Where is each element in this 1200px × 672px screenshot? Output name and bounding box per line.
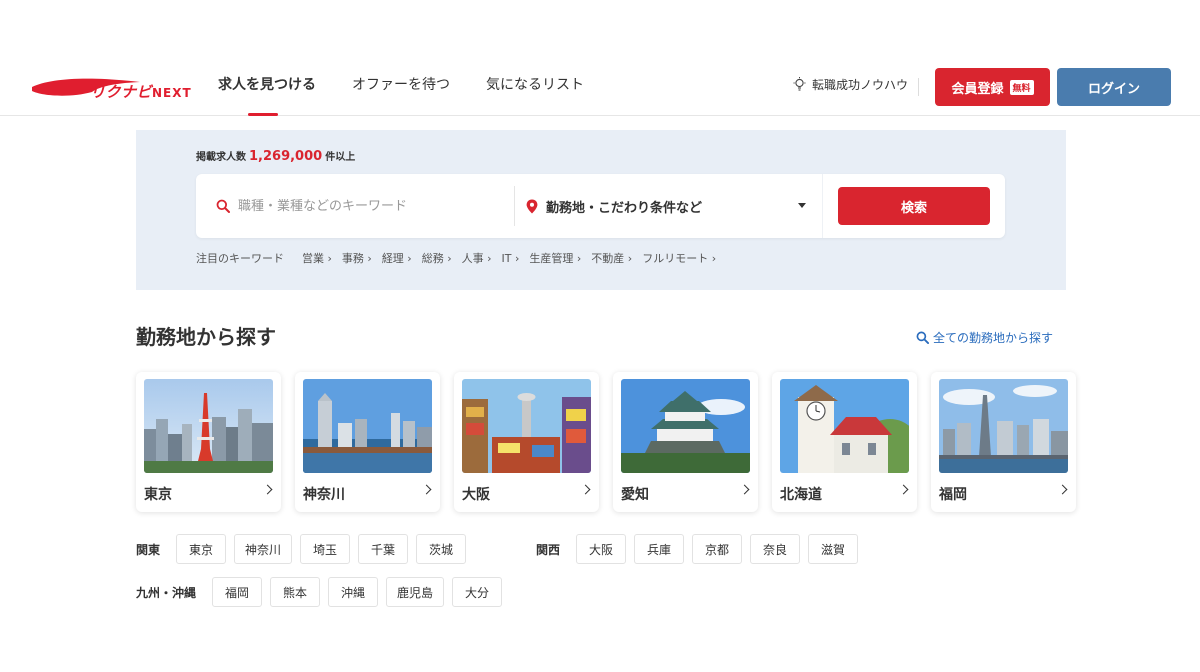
tokyo-photo (144, 379, 273, 473)
keyword-input[interactable] (238, 198, 498, 214)
search-button[interactable]: 検索 (838, 187, 990, 225)
osaka-photo (462, 379, 591, 473)
map-pin-icon (526, 199, 538, 213)
job-count: 掲載求人数 1,269,000 件以上 (196, 149, 356, 164)
area-card-label: 北海道 (780, 487, 822, 503)
location-select[interactable]: 勤務地・こだわり条件など (526, 192, 806, 220)
chevron-right-icon (1057, 484, 1068, 495)
prefecture-link[interactable]: 大阪 (576, 534, 627, 564)
region-row-kansai: 関西 大阪 兵庫 京都 奈良 滋賀 (536, 534, 859, 564)
nav-find-jobs[interactable]: 求人を見つける (200, 56, 334, 116)
area-card-aichi[interactable]: 愛知 (613, 372, 758, 512)
keyword-link[interactable]: 不動産 › (591, 250, 632, 266)
popular-keywords-label: 注目のキーワード (196, 252, 284, 265)
region-label: 九州・沖縄 (136, 585, 197, 600)
area-card-fukuoka[interactable]: 福岡 (931, 372, 1076, 512)
hokkaido-photo (780, 379, 909, 473)
prefecture-link[interactable]: 滋賀 (808, 534, 859, 564)
prefecture-link[interactable]: 千葉 (358, 534, 409, 564)
search-separator (514, 186, 515, 226)
register-label: 会員登録 (951, 81, 1004, 97)
prefecture-link[interactable]: 奈良 (750, 534, 801, 564)
keyword-field[interactable] (216, 192, 506, 220)
prefecture-link[interactable]: 兵庫 (634, 534, 685, 564)
prefecture-link[interactable]: 神奈川 (234, 534, 293, 564)
prefecture-link[interactable]: 熊本 (270, 577, 321, 607)
area-card-label: 東京 (144, 487, 172, 503)
prefecture-link[interactable]: 沖縄 (328, 577, 379, 607)
main-nav: 求人を見つける オファーを待つ 気になるリスト (200, 56, 602, 116)
search-panel: 掲載求人数1,269,000件以上 勤務地・こだわり条件など 検索 注目のキーワ… (136, 130, 1066, 290)
search-icon (916, 331, 929, 344)
region-label: 関西 (536, 542, 561, 557)
chevron-right-icon (739, 484, 750, 495)
nav-wait-offers[interactable]: オファーを待つ (334, 56, 468, 116)
register-button[interactable]: 会員登録 無料 (935, 68, 1050, 106)
region-label: 関東 (136, 542, 161, 557)
prefecture-link[interactable]: 埼玉 (300, 534, 351, 564)
chevron-right-icon (898, 484, 909, 495)
chevron-down-icon[interactable] (798, 203, 806, 208)
aichi-photo (621, 379, 750, 473)
search-separator-2 (822, 174, 823, 238)
prefecture-link[interactable]: 福岡 (212, 577, 263, 607)
chevron-right-icon (421, 484, 432, 495)
job-count-number: 1,269,000 (249, 149, 323, 164)
keyword-link[interactable]: 総務 › (422, 250, 452, 266)
section-title: 勤務地から探す (136, 325, 276, 349)
search-box: 勤務地・こだわり条件など 検索 (196, 174, 1005, 238)
area-card-tokyo[interactable]: 東京 (136, 372, 281, 512)
keyword-link[interactable]: 生産管理 › (529, 250, 581, 266)
area-card-label: 大阪 (462, 487, 490, 503)
lightbulb-icon (793, 77, 806, 91)
prefecture-link[interactable]: 大分 (452, 577, 503, 607)
region-row-kanto: 関東 東京 神奈川 埼玉 千葉 茨城 (136, 534, 467, 564)
all-areas-label: 全ての勤務地から探す (933, 331, 1054, 345)
prefecture-link[interactable]: 東京 (176, 534, 227, 564)
prefecture-link[interactable]: 鹿児島 (386, 577, 445, 607)
location-label: 勤務地・こだわり条件など (546, 200, 703, 216)
area-card-kanagawa[interactable]: 神奈川 (295, 372, 440, 512)
keyword-link[interactable]: フルリモート › (642, 250, 716, 266)
region-row-kyushu-okinawa: 九州・沖縄 福岡 熊本 沖縄 鹿児島 大分 (136, 577, 503, 607)
logo-text: リクナビNEXT (90, 83, 192, 101)
keyword-link[interactable]: 営業 › (302, 250, 332, 266)
area-card-osaka[interactable]: 大阪 (454, 372, 599, 512)
area-cards: 東京 神奈川 大阪 愛知 北海道 福岡 (136, 372, 1076, 512)
keyword-link[interactable]: 経理 › (382, 250, 412, 266)
area-card-hokkaido[interactable]: 北海道 (772, 372, 917, 512)
area-card-label: 愛知 (621, 487, 649, 503)
keyword-link[interactable]: 事務 › (342, 250, 372, 266)
area-card-label: 神奈川 (303, 487, 345, 503)
chevron-right-icon (580, 484, 591, 495)
nav-favorites-list[interactable]: 気になるリスト (468, 56, 602, 116)
area-card-label: 福岡 (939, 487, 967, 503)
keyword-link[interactable]: IT › (502, 252, 520, 265)
login-button[interactable]: ログイン (1057, 68, 1171, 106)
free-badge: 無料 (1009, 79, 1034, 95)
all-areas-link[interactable]: 全ての勤務地から探す (916, 329, 1053, 346)
search-icon (216, 199, 230, 213)
knowhow-label: 転職成功ノウハウ (812, 78, 909, 92)
prefecture-link[interactable]: 京都 (692, 534, 743, 564)
fukuoka-photo (939, 379, 1068, 473)
popular-keywords: 注目のキーワード 営業 › 事務 › 経理 › 総務 › 人事 › IT › 生… (196, 250, 726, 266)
kanagawa-photo (303, 379, 432, 473)
site-header: リクナビNEXT 求人を見つける オファーを待つ 気になるリスト 転職成功ノウハ… (0, 56, 1200, 116)
header-divider (918, 78, 919, 96)
knowhow-link[interactable]: 転職成功ノウハウ (793, 76, 908, 93)
logo[interactable]: リクナビNEXT (30, 74, 191, 104)
chevron-right-icon (262, 484, 273, 495)
prefecture-link[interactable]: 茨城 (416, 534, 467, 564)
keyword-link[interactable]: 人事 › (462, 250, 492, 266)
